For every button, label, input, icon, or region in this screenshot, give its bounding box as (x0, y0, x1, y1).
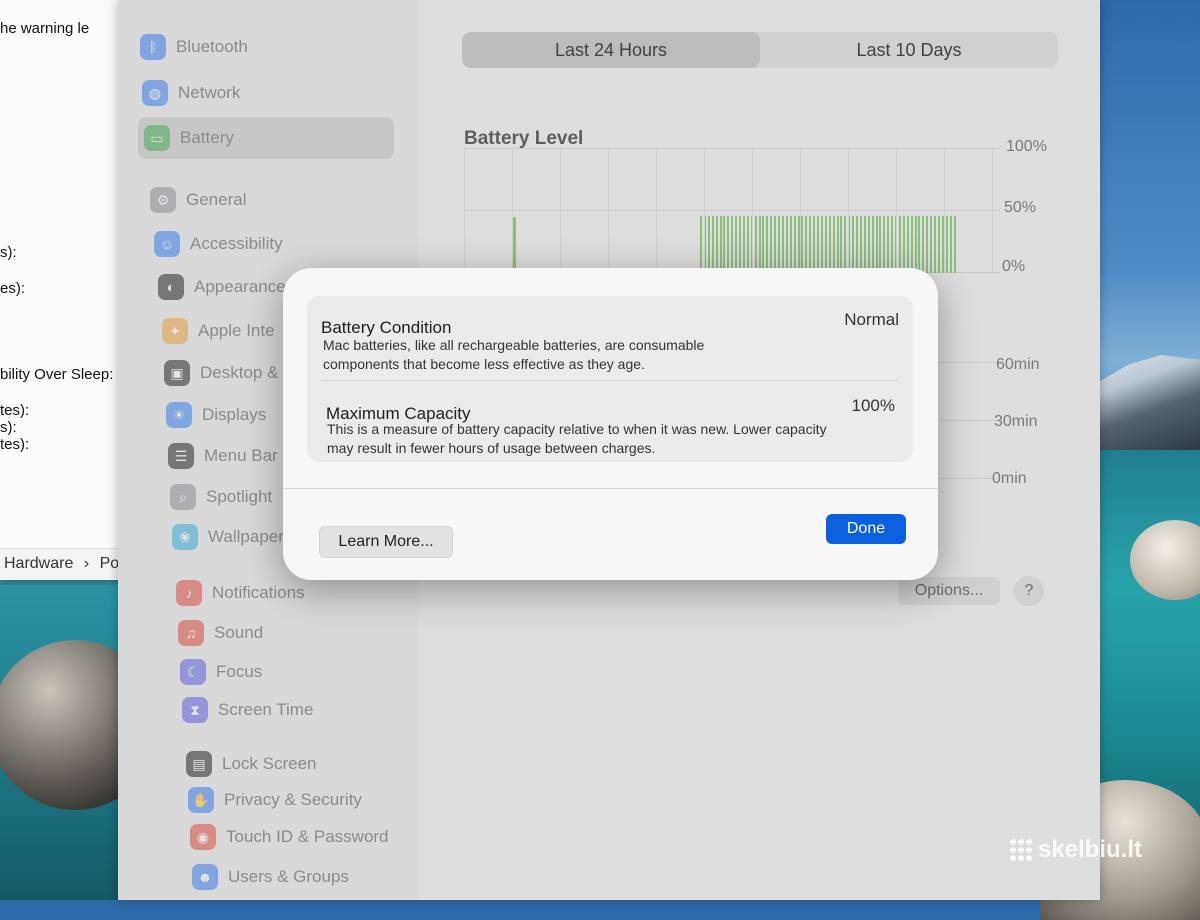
maximum-capacity-description: This is a measure of battery capacity re… (327, 421, 827, 456)
watermark-logo-icon (1010, 839, 1032, 861)
maximum-capacity-value: 100% (851, 396, 895, 415)
doc-text-line: s): (0, 419, 17, 436)
battery-condition-title: Battery Condition (321, 318, 452, 337)
doc-text-line: tes): (0, 436, 30, 453)
doc-text-line: he warning le (0, 20, 90, 37)
battery-condition-description: Mac batteries, like all rechargeable bat… (323, 337, 705, 372)
battery-info-card: Battery Condition Normal Mac batteries, … (307, 296, 913, 462)
doc-text-line: es): (0, 280, 26, 297)
breadcrumb-item[interactable]: Hardware (4, 555, 73, 572)
done-button[interactable]: Done (826, 514, 906, 544)
learn-more-button[interactable]: Learn More... (319, 526, 453, 558)
breadcrumb-separator: › (83, 555, 90, 572)
doc-text-line: bility Over Sleep: (0, 366, 114, 383)
dialog-divider (283, 488, 938, 489)
doc-text-line: s): (0, 244, 17, 261)
battery-health-dialog: Battery Condition Normal Mac batteries, … (283, 268, 938, 580)
doc-text-line: tes): (0, 402, 30, 419)
row-divider (321, 380, 899, 381)
battery-condition-value: Normal (844, 310, 899, 329)
watermark: skelbiu.lt (1010, 836, 1142, 864)
watermark-text: skelbiu.lt (1038, 836, 1143, 863)
